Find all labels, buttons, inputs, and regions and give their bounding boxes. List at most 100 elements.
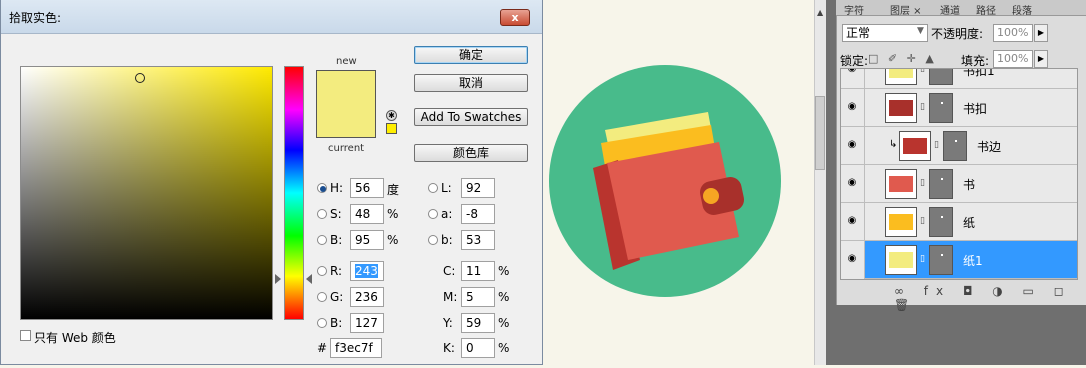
hue-slider-handle-left[interactable]	[275, 274, 281, 284]
tab-paragraph[interactable]: 段落	[1012, 2, 1032, 17]
current-color-swatch[interactable]	[316, 110, 376, 138]
gamut-warning-icon[interactable]: ✱	[386, 110, 397, 121]
field-h[interactable]: 56	[350, 178, 384, 198]
layer-row[interactable]: ◉ ▯ 书扣1	[841, 69, 1077, 89]
radio-a[interactable]	[428, 209, 438, 219]
field-k[interactable]: 0	[461, 338, 495, 358]
layer-row-selected[interactable]: ◉ ▯ 纸1	[841, 241, 1077, 279]
layer-mask	[929, 245, 953, 275]
layer-row[interactable]: ◉ ↳ ▯ 书边	[841, 127, 1077, 165]
layer-thumbnail	[885, 207, 917, 237]
hue-slider-handle-right[interactable]	[306, 274, 312, 284]
layer-name[interactable]: 书	[963, 176, 975, 193]
radio-l[interactable]	[428, 183, 438, 193]
canvas-vertical-scrollbar[interactable]	[814, 0, 826, 365]
tab-channels[interactable]: 通道	[940, 2, 960, 17]
layer-name[interactable]: 书扣	[963, 100, 987, 117]
opacity-label: 不透明度:	[931, 27, 984, 41]
saturation-brightness-field[interactable]	[20, 66, 273, 320]
field-y[interactable]: 59	[461, 313, 495, 333]
radio-g[interactable]	[317, 292, 327, 302]
eye-icon[interactable]: ◉	[844, 177, 860, 189]
field-m[interactable]: 5	[461, 287, 495, 307]
eye-icon[interactable]: ◉	[844, 69, 860, 75]
hue-slider[interactable]	[284, 66, 304, 320]
blend-mode-select[interactable]: 正常	[842, 24, 928, 42]
radio-b[interactable]	[317, 235, 327, 245]
thumbnail-fill	[889, 252, 913, 268]
visibility-column: ◉	[841, 89, 865, 127]
layer-name[interactable]: 书扣1	[963, 69, 995, 79]
field-rgb-b[interactable]: 127	[350, 313, 384, 333]
tab-paths[interactable]: 路径	[976, 2, 996, 17]
layer-row[interactable]: ◉ ▯ 书	[841, 165, 1077, 203]
link-icon: ▯	[920, 178, 925, 188]
radio-h[interactable]	[317, 183, 327, 193]
unit-m: %	[498, 290, 510, 304]
thumbnail-fill	[889, 176, 913, 192]
gamut-color-swatch[interactable]	[386, 123, 397, 134]
document-canvas[interactable]	[543, 0, 813, 365]
close-button[interactable]: x	[500, 9, 530, 26]
fill-slider-arrow-icon[interactable]: ▶	[1034, 50, 1048, 68]
unit-k: %	[498, 341, 510, 355]
eye-icon[interactable]: ◉	[844, 253, 860, 265]
panel-tab-strip: 字符 图层 × 通道 路径 段落	[836, 0, 1086, 17]
field-c[interactable]: 11	[461, 261, 495, 281]
label-l: L:	[441, 181, 452, 195]
scroll-up-arrow-icon[interactable]: ▲	[817, 8, 823, 17]
web-colors-only-label: 只有 Web 颜色	[34, 331, 116, 345]
layer-row[interactable]: ◉ ▯ 纸	[841, 203, 1077, 241]
mask-dot	[955, 140, 957, 142]
radio-rgb-b[interactable]	[317, 318, 327, 328]
field-a[interactable]: -8	[461, 204, 495, 224]
layer-thumbnail	[885, 245, 917, 275]
layers-panel-footer-icons[interactable]: ∞ fx ◘ ◑ ▭ ◻ 🗑	[894, 284, 1086, 312]
eye-icon[interactable]: ◉	[844, 139, 860, 151]
field-hex[interactable]: f3ec7f	[330, 338, 382, 358]
layer-name[interactable]: 书边	[977, 138, 1001, 155]
layer-mask	[929, 169, 953, 199]
field-b[interactable]: 95	[350, 230, 384, 250]
field-lab-b[interactable]: 53	[461, 230, 495, 250]
web-colors-only-checkbox[interactable]	[20, 330, 31, 341]
opacity-input[interactable]: 100%	[993, 24, 1033, 42]
field-s[interactable]: 48	[350, 204, 384, 224]
cancel-button[interactable]: 取消	[414, 74, 528, 92]
mask-dot	[941, 178, 943, 180]
visibility-column: ◉	[841, 69, 865, 89]
layer-thumbnail	[885, 69, 917, 85]
eye-icon[interactable]: ◉	[844, 101, 860, 113]
add-to-swatches-button[interactable]: Add To Swatches	[414, 108, 528, 126]
layer-name[interactable]: 纸1	[963, 252, 983, 269]
field-g[interactable]: 236	[350, 287, 384, 307]
chevron-down-icon[interactable]: ▼	[917, 26, 924, 36]
link-icon: ▯	[920, 102, 925, 112]
tab-layers[interactable]: 图层 ×	[890, 2, 922, 17]
current-color-label: current	[328, 143, 365, 154]
mask-dot	[941, 216, 943, 218]
field-l[interactable]: 92	[461, 178, 495, 198]
dialog-title: 拾取实色:	[9, 11, 62, 25]
mask-dot	[941, 102, 943, 104]
layer-row[interactable]: ◉ ▯ 书扣	[841, 89, 1077, 127]
visibility-column: ◉	[841, 241, 865, 279]
radio-r[interactable]	[317, 266, 327, 276]
fill-input[interactable]: 100%	[993, 50, 1033, 68]
workspace-background	[826, 0, 836, 365]
link-icon: ▯	[920, 216, 925, 226]
lock-icons[interactable]: □ ✐ ✛ ▲	[868, 52, 937, 65]
tab-character[interactable]: 字符	[844, 2, 864, 17]
label-a: a:	[441, 207, 453, 221]
radio-s[interactable]	[317, 209, 327, 219]
thumbnail-fill	[889, 214, 913, 230]
color-libraries-button[interactable]: 颜色库	[414, 144, 528, 162]
color-cursor[interactable]	[135, 73, 145, 83]
radio-lab-b[interactable]	[428, 235, 438, 245]
eye-icon[interactable]: ◉	[844, 215, 860, 227]
canvas-scroll-thumb[interactable]	[815, 96, 825, 170]
layer-name[interactable]: 纸	[963, 214, 975, 231]
ok-button[interactable]: 确定	[414, 46, 528, 64]
opacity-slider-arrow-icon[interactable]: ▶	[1034, 24, 1048, 42]
field-r[interactable]: 243	[350, 261, 384, 281]
